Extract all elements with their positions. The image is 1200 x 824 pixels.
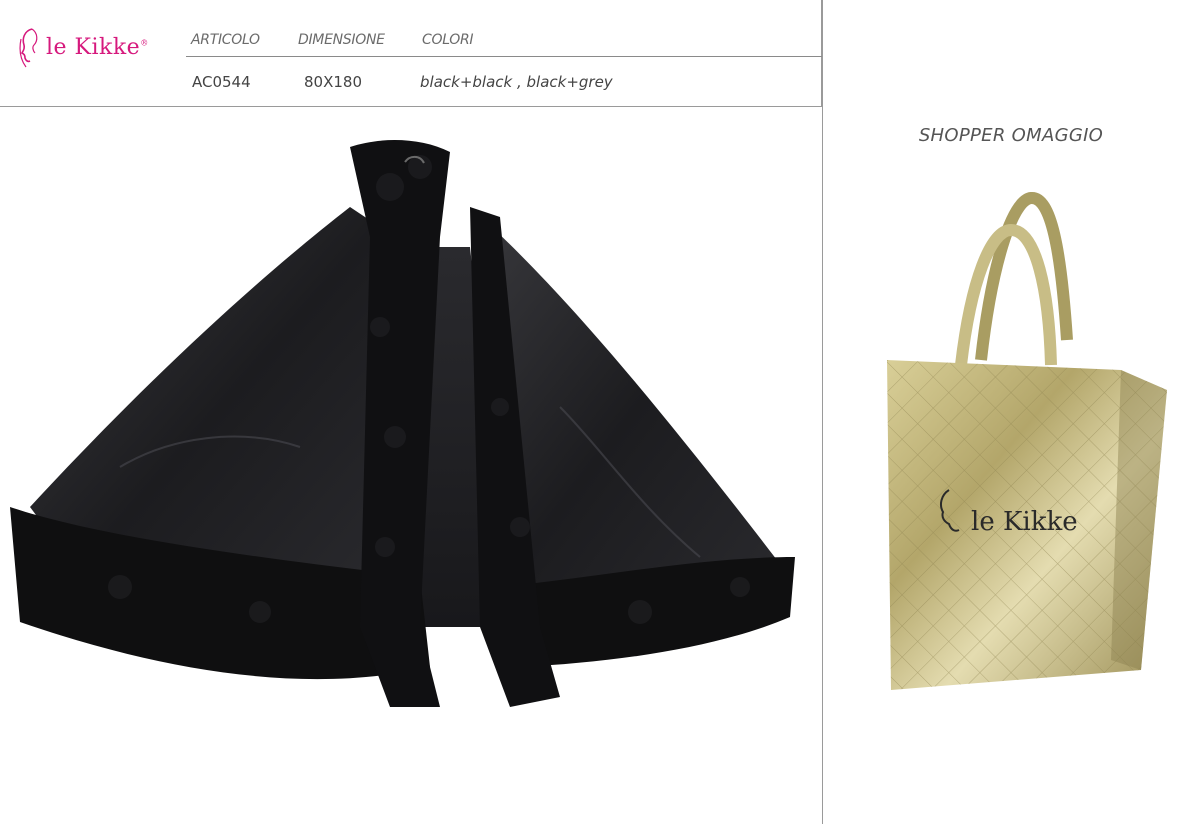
gift-panel: SHOPPER OMAGGIO le Kikke [822, 0, 1200, 824]
bag-logo-text: le Kikke [971, 507, 1078, 537]
value-dimensione: 80X180 [304, 73, 362, 91]
brand-logo: le Kikke® [18, 22, 168, 72]
value-articolo: AC0544 [192, 73, 251, 91]
header-dimensione: DIMENSIONE [298, 32, 385, 48]
value-colori: black+black , black+grey [420, 73, 613, 91]
cape-product-image [10, 140, 795, 707]
header-articolo: ARTICOLO [191, 32, 260, 48]
shopper-omaggio-label: SHOPPER OMAGGIO [918, 125, 1104, 146]
face-profile-icon [19, 28, 38, 68]
header-bar: le Kikke® ARTICOLO DIMENSIONE COLORI AC0… [0, 0, 822, 107]
brand-name: le Kikke® [46, 34, 149, 60]
gold-shopper-bag-image: le Kikke [887, 192, 1167, 690]
header-divider [186, 56, 822, 57]
header-colori: COLORI [422, 32, 474, 48]
